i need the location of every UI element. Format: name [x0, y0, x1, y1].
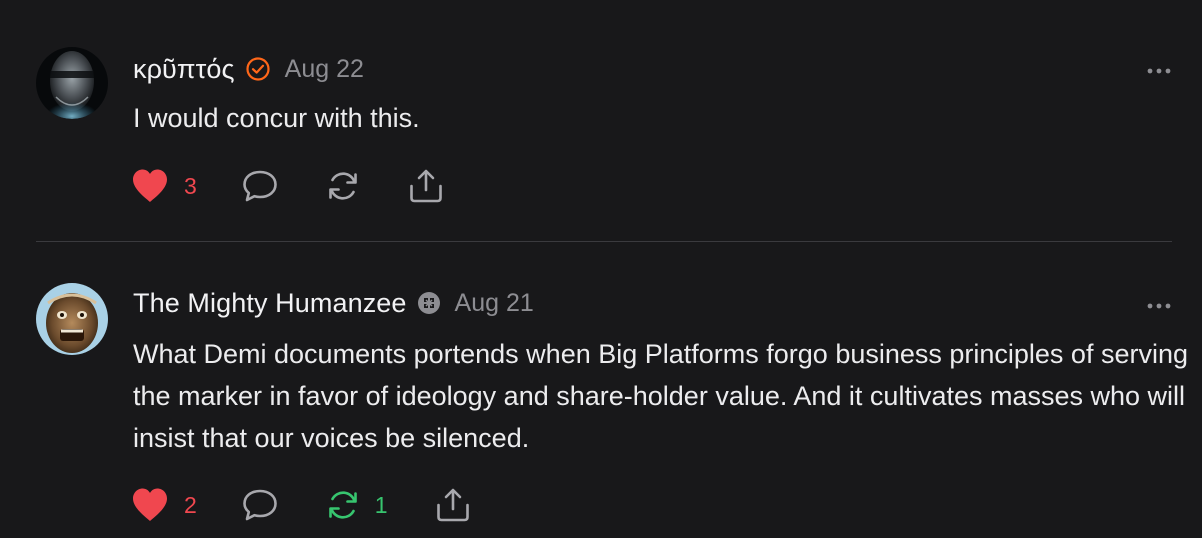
avatar[interactable] [36, 47, 108, 119]
comment-2: The Mighty Humanzee Aug 21 What Demi doc… [0, 242, 1202, 538]
like-button[interactable]: 2 [130, 487, 197, 523]
restack-count: 1 [374, 491, 388, 518]
restack-button[interactable] [325, 168, 361, 204]
share-icon [434, 487, 472, 523]
like-button[interactable]: 3 [130, 168, 197, 204]
share-button[interactable] [434, 487, 472, 523]
speech-bubble-icon [241, 168, 279, 204]
like-count: 3 [184, 172, 197, 199]
share-icon [407, 168, 445, 204]
comment-header: The Mighty Humanzee Aug 21 [133, 283, 534, 323]
like-count: 2 [184, 491, 197, 518]
avatar[interactable] [36, 283, 108, 355]
comment-1: κρῦπτός Aug 22 I would concur with this.… [0, 0, 1202, 240]
restack-icon [325, 487, 361, 523]
author-name[interactable]: The Mighty Humanzee [133, 288, 407, 319]
speech-bubble-icon [241, 487, 279, 523]
verified-check-icon [245, 56, 271, 82]
author-name[interactable]: κρῦπτός [133, 54, 235, 85]
reply-button[interactable] [241, 168, 279, 204]
heart-icon [130, 168, 170, 204]
comment-actions: 3 [130, 166, 445, 206]
heart-icon [130, 487, 170, 523]
restack-icon [325, 168, 361, 204]
comment-actions: 2 1 [130, 485, 472, 525]
comment-header: κρῦπτός Aug 22 [133, 49, 364, 89]
comment-date[interactable]: Aug 22 [285, 55, 364, 84]
restack-button[interactable]: 1 [325, 487, 388, 523]
comment-text: What Demi documents portends when Big Pl… [133, 339, 1188, 453]
comment-text: I would concur with this. [133, 103, 420, 133]
more-options-icon[interactable] [1146, 298, 1172, 309]
subscriber-badge-icon [417, 291, 441, 315]
reply-button[interactable] [241, 487, 279, 523]
more-options-icon[interactable] [1146, 63, 1172, 74]
comment-date[interactable]: Aug 21 [455, 289, 534, 318]
share-button[interactable] [407, 168, 445, 204]
